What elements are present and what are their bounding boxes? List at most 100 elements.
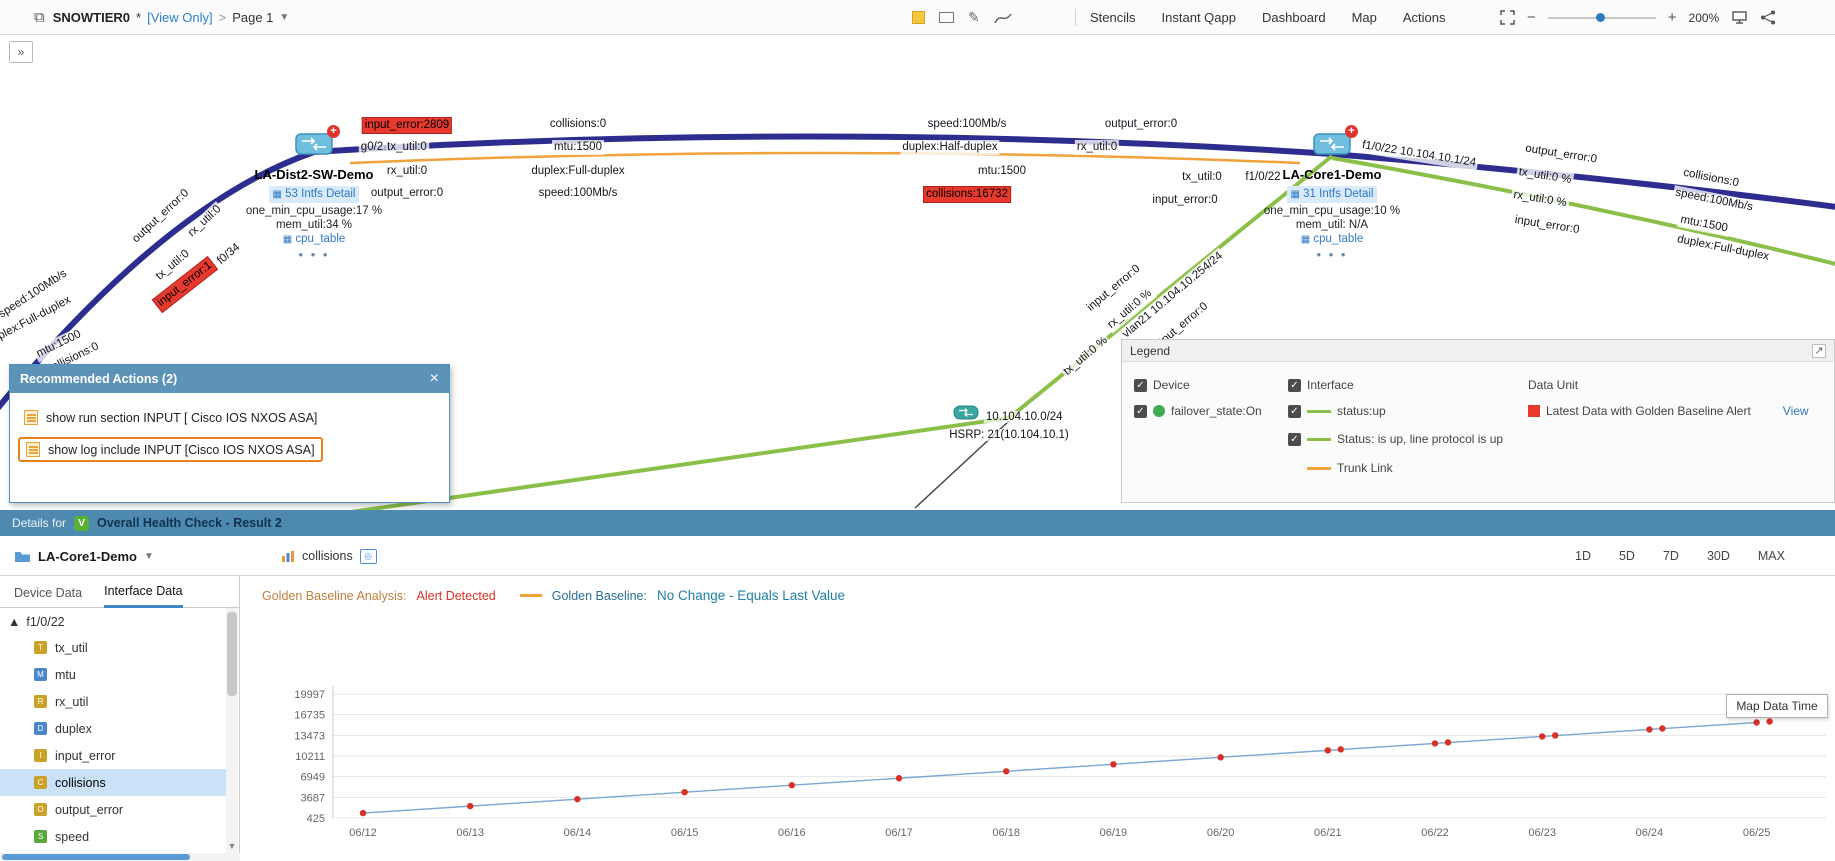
expand-legend-icon[interactable]: ↗ — [1812, 344, 1826, 358]
cpu-table-link[interactable]: ▦ cpu_table — [219, 233, 409, 245]
device-node-la-core1-demo[interactable]: + LA-Core1-Demo ▦ 31 Intfs Detail one_mi… — [1237, 131, 1427, 262]
tree-item-collisions[interactable]: Ccollisions — [0, 769, 227, 796]
checkbox-status-up[interactable]: ✓ — [1288, 405, 1301, 418]
menu-map[interactable]: Map — [1352, 10, 1377, 25]
map-link-label: duplex:Half-duplex — [900, 140, 999, 155]
tree-item-mtu[interactable]: Mmtu — [0, 661, 227, 688]
svg-text:06/15: 06/15 — [671, 827, 699, 839]
draw-curve-icon[interactable] — [994, 11, 1012, 25]
golden-baseline-label: Golden Baseline: — [552, 589, 647, 603]
svg-text:19997: 19997 — [294, 689, 325, 701]
map-window-icon[interactable]: ⧉ — [34, 9, 45, 26]
menu-actions[interactable]: Actions — [1403, 10, 1446, 25]
svg-text:16735: 16735 — [294, 710, 325, 722]
share-icon[interactable] — [1760, 10, 1776, 25]
device-name[interactable]: LA-Dist2-SW-Demo — [219, 167, 409, 182]
golden-baseline-value: No Change - Equals Last Value — [657, 588, 845, 603]
recommended-actions-header: Recommended Actions (2) × — [10, 365, 449, 393]
tree-item-speed[interactable]: Sspeed — [0, 823, 227, 850]
topology-map[interactable]: » g0/2input_error:2809tx_util:0rx_util:0… — [0, 35, 1835, 510]
orange-line-sample — [1307, 467, 1331, 470]
map-title: SNOWTIER0 — [53, 10, 130, 25]
expand-sidebar-button[interactable]: » — [9, 41, 33, 63]
tree-item-duplex[interactable]: Dduplex — [0, 715, 227, 742]
horizontal-scrollbar[interactable] — [0, 853, 240, 861]
zoom-out-button[interactable]: − — [1527, 9, 1536, 26]
tree-item-rx_util[interactable]: Rrx_util — [0, 688, 227, 715]
tree-item-tx_util[interactable]: Ttx_util — [0, 634, 227, 661]
svg-text:06/12: 06/12 — [349, 827, 377, 839]
action-item-show-run[interactable]: show run section INPUT [ Cisco IOS NXOS … — [18, 407, 323, 428]
table-icon: ▦ — [1301, 234, 1310, 245]
golden-baseline-line-sample — [520, 594, 542, 597]
page-selector[interactable]: Page 1 — [232, 10, 273, 25]
metric-icon: I — [34, 749, 47, 762]
checkbox-interface[interactable]: ✓ — [1288, 379, 1301, 392]
chevron-down-icon[interactable]: ▼ — [279, 12, 289, 23]
range-5d-button[interactable]: 5D — [1619, 549, 1635, 563]
device-selector[interactable]: LA-Core1-Demo ▼ — [14, 536, 154, 576]
tab-device-data[interactable]: Device Data — [14, 586, 82, 607]
view-link[interactable]: View — [1783, 404, 1809, 418]
range-7d-button[interactable]: 7D — [1663, 549, 1679, 563]
intfs-detail-link[interactable]: ▦ 31 Intfs Detail — [1287, 186, 1378, 203]
vertical-scrollbar[interactable]: ▼ — [226, 608, 238, 853]
zoom-slider-thumb[interactable] — [1596, 13, 1605, 22]
range-max-button[interactable]: MAX — [1758, 549, 1785, 563]
checkbox-device[interactable]: ✓ — [1134, 379, 1147, 392]
chevron-down-icon[interactable]: ▼ — [144, 551, 154, 562]
more-options-button[interactable]: • • • — [219, 247, 409, 262]
tree-item-label: tx_util — [55, 641, 88, 655]
tab-interface-data[interactable]: Interface Data — [104, 584, 183, 608]
tree-item-output_error[interactable]: Ooutput_error — [0, 796, 227, 823]
details-for-label: Details for — [12, 516, 66, 530]
table-icon: ▦ — [1291, 189, 1300, 200]
metric-view-toggle-icon[interactable]: ◎ — [360, 549, 377, 564]
note-icon[interactable] — [912, 11, 925, 24]
trunk-link-orange[interactable] — [350, 153, 1300, 163]
tree-item-input_error[interactable]: Iinput_error — [0, 742, 227, 769]
metric-icon: D — [34, 722, 47, 735]
collapse-icon[interactable]: ▲ — [8, 615, 20, 629]
metric-header: collisions ◎ — [281, 536, 377, 576]
intfs-detail-link[interactable]: ▦ 53 Intfs Detail — [269, 186, 360, 203]
checkbox-line-protocol[interactable]: ✓ — [1288, 433, 1301, 446]
more-options-button[interactable]: • • • — [1237, 247, 1427, 262]
cli-script-icon — [26, 442, 40, 457]
hsrp-virtual-node[interactable]: 10.104.10.0/24 HSRP: 21(10.104.10.1) — [909, 405, 1109, 443]
close-icon[interactable]: × — [430, 370, 439, 388]
details-subheader: LA-Core1-Demo ▼ collisions ◎ 1D 5D 7D 30… — [0, 536, 1835, 576]
fit-screen-icon[interactable] — [1500, 10, 1515, 25]
menu-dashboard[interactable]: Dashboard — [1262, 10, 1326, 25]
legend-item-golden-alert: Latest Data with Golden Baseline Alert V… — [1528, 404, 1809, 418]
range-1d-button[interactable]: 1D — [1575, 549, 1591, 563]
view-only-link[interactable]: [View Only] — [147, 10, 213, 25]
metric-tree: Ttx_utilMmtuRrx_utilDduplexIinput_errorC… — [0, 634, 227, 850]
hsrp-label: HSRP: 21(10.104.10.1) — [947, 429, 1071, 441]
svg-text:06/21: 06/21 — [1314, 827, 1342, 839]
cpu-table-link[interactable]: ▦ cpu_table — [1237, 233, 1427, 245]
zoom-in-button[interactable]: + — [1668, 9, 1677, 26]
action-item-show-log[interactable]: show log include INPUT [Cisco IOS NXOS A… — [18, 437, 323, 462]
scroll-down-icon[interactable]: ▼ — [226, 839, 238, 853]
tree-item-label: output_error — [55, 803, 123, 817]
tree-group-interface[interactable]: ▲ f1/0/22 — [0, 610, 227, 634]
checkbox-failover[interactable]: ✓ — [1134, 405, 1147, 418]
map-link-label: collisions:16732 — [923, 186, 1011, 203]
range-30d-button[interactable]: 30D — [1707, 549, 1730, 563]
menu-stencils[interactable]: Stencils — [1090, 10, 1136, 25]
legend-item-trunk-link: Trunk Link — [1307, 461, 1393, 475]
svg-text:06/20: 06/20 — [1207, 827, 1235, 839]
device-name[interactable]: LA-Core1-Demo — [1237, 167, 1427, 182]
scrollbar-thumb[interactable] — [2, 854, 190, 860]
alert-badge-icon: + — [327, 125, 340, 138]
annotation-tools: ✎ — [912, 0, 1012, 35]
scrollbar-thumb[interactable] — [227, 612, 237, 696]
zoom-slider[interactable] — [1548, 17, 1656, 19]
draw-line-icon[interactable]: ✎ — [968, 9, 980, 26]
collisions-line-chart: 425368769491021113473167351999706/1206/1… — [245, 666, 1835, 861]
shape-rectangle-icon[interactable] — [939, 12, 954, 23]
menu-instant-qapp[interactable]: Instant Qapp — [1162, 10, 1236, 25]
print-icon[interactable] — [1731, 11, 1748, 25]
device-node-la-dist2-sw-demo[interactable]: + LA-Dist2-SW-Demo ▦ 53 Intfs Detail one… — [219, 131, 409, 262]
